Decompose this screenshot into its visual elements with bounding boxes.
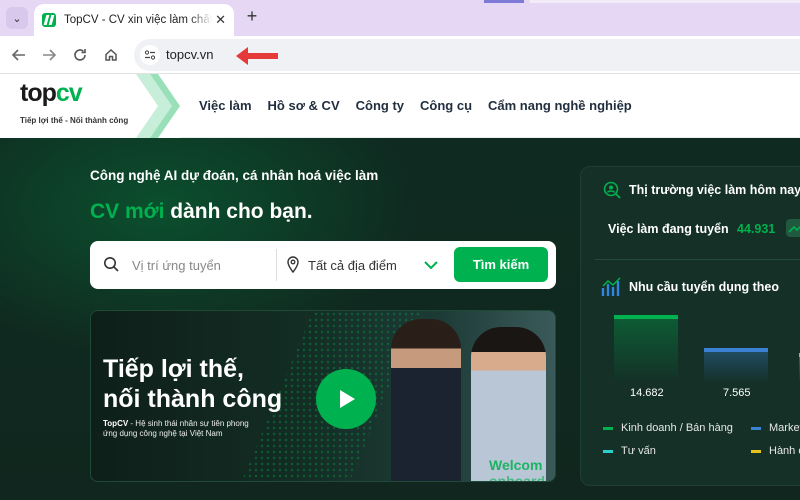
site-settings-icon[interactable] (140, 45, 160, 65)
chevron-decoration-icon (136, 74, 180, 138)
legend-label: Hành c (769, 445, 800, 457)
search-divider (276, 249, 277, 281)
market-title: Thị trường việc làm hôm nay: (629, 183, 800, 197)
demand-chart-title: Nhu cầu tuyển dụng theo (629, 280, 779, 294)
tab-edge-indicator (484, 0, 524, 3)
nav-profile-cv[interactable]: Hồ sơ & CV (268, 98, 340, 113)
play-video-button[interactable] (316, 369, 376, 429)
legend-item: Kinh doanh / Bán hàng (603, 422, 733, 434)
play-icon (340, 390, 355, 408)
back-arrow-icon[interactable] (9, 45, 29, 65)
active-jobs-count: 44.931 (737, 222, 776, 236)
tab-search-chevron-icon[interactable]: ⌄ (6, 7, 28, 29)
hero-subtitle: Công nghệ AI dự đoán, cá nhân hoá việc l… (90, 168, 379, 183)
home-icon[interactable] (101, 45, 121, 65)
new-tab-plus-icon[interactable]: + (242, 6, 262, 27)
headline-highlight: CV mới (90, 200, 165, 223)
banner-description: TopCV - Hệ sinh thái nhân sự tiên phong … (103, 419, 253, 439)
logo-tagline: Tiếp lợi thế - Nối thành công (20, 116, 129, 125)
legend-label: Market (769, 422, 800, 434)
location-select[interactable]: Tất cả địa điểm (308, 258, 397, 273)
logo-cv: cv (55, 79, 83, 107)
legend-swatch (751, 449, 761, 453)
demand-bar[interactable] (704, 348, 768, 383)
banner-person-left (391, 319, 461, 481)
browser-tabstrip: ⌄ TopCV - CV xin việc làm chất - T ✕ + (0, 0, 800, 36)
location-pin-icon (287, 256, 299, 274)
logo-top: top (20, 79, 57, 107)
job-search-bar: Vị trí ứng tuyển Tất cả địa điểm Tìm kiế… (90, 241, 556, 289)
url-text[interactable]: topcv.vn (166, 47, 213, 62)
legend-label: Kinh doanh / Bán hàng (621, 422, 733, 434)
banner-title-line2: nối thành công (103, 385, 283, 413)
search-icon (104, 257, 119, 272)
red-arrow-annotation-icon (236, 47, 278, 65)
hero-section: Công nghệ AI dự đoán, cá nhân hoá việc l… (0, 138, 800, 500)
reload-icon[interactable] (70, 45, 90, 65)
nav-career-guide[interactable]: Cẩm nang nghề nghiệp (488, 98, 632, 113)
browser-tab[interactable]: TopCV - CV xin việc làm chất - T ✕ (34, 4, 234, 36)
nav-companies[interactable]: Công ty (356, 98, 404, 113)
job-market-panel: Thị trường việc làm hôm nay: Việc làm đa… (580, 166, 800, 486)
bar-value-label: 14.682 (630, 387, 664, 399)
banner-onboard-text: onboard (489, 473, 545, 482)
active-jobs-label: Việc làm đang tuyển (608, 222, 729, 236)
bar-chart-icon (601, 277, 621, 296)
legend-item: Market (751, 422, 800, 434)
legend-item: Hành c (751, 445, 800, 457)
tab-edge-indicator-light (530, 0, 800, 3)
browser-toolbar: topcv.vn (0, 36, 800, 74)
main-nav: Việc làm Hồ sơ & CV Công ty Công cụ Cẩm … (199, 98, 648, 113)
legend-item: Tư vấn (603, 445, 656, 457)
position-search-input[interactable]: Vị trí ứng tuyển (132, 258, 221, 273)
demand-bar-chart (611, 315, 800, 383)
tab-close-icon[interactable]: ✕ (215, 12, 226, 28)
legend-swatch (603, 426, 613, 430)
banner-desc-brand: TopCV (103, 419, 129, 428)
banner-title-line1: Tiếp lợi thế, (103, 355, 244, 383)
banner-welcome-text: Welcom (489, 457, 543, 473)
site-header: topcv Tiếp lợi thế - Nối thành công Việc… (0, 74, 800, 138)
forward-arrow-icon[interactable] (39, 45, 59, 65)
legend-label: Tư vấn (621, 445, 656, 457)
bar-value-label: 7.565 (723, 387, 751, 399)
logo[interactable]: topcv Tiếp lợi thế - Nối thành công (0, 74, 180, 138)
nav-jobs[interactable]: Việc làm (199, 98, 252, 113)
panel-divider (595, 259, 800, 260)
chevron-down-icon[interactable] (422, 256, 440, 274)
legend-swatch (751, 426, 761, 430)
nav-tools[interactable]: Công cụ (420, 98, 472, 113)
demand-bar[interactable] (614, 315, 678, 383)
legend-swatch (603, 449, 613, 453)
promo-banner[interactable]: Tiếp lợi thế, nối thành công TopCV - Hệ … (90, 310, 556, 482)
trend-up-icon (786, 219, 800, 237)
headline-rest: dành cho bạn. (164, 200, 313, 223)
search-button[interactable]: Tìm kiếm (454, 247, 548, 282)
user-search-icon (603, 181, 621, 199)
tab-title: TopCV - CV xin việc làm chất - T (64, 14, 212, 26)
topcv-favicon-icon (42, 13, 56, 27)
hero-headline: CV mới dành cho bạn. (90, 200, 313, 224)
